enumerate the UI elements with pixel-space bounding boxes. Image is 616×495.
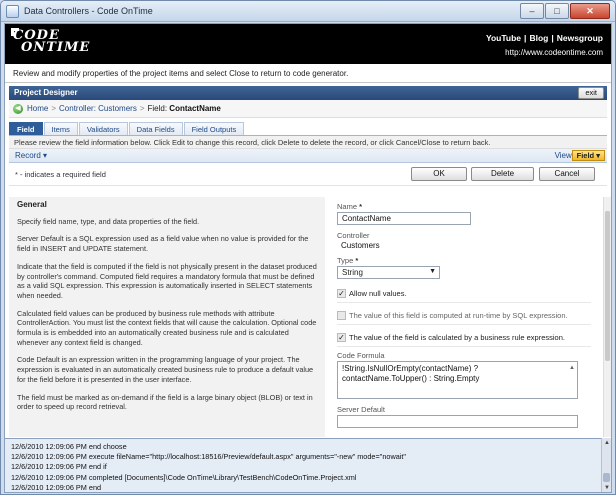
tab-data-fields[interactable]: Data Fields (128, 122, 183, 135)
project-designer-title: Project Designer (14, 88, 78, 97)
scroll-down-icon[interactable]: ▼ (602, 483, 611, 492)
scroll-up-icon: ▲ (569, 365, 575, 371)
scroll-up-icon[interactable]: ▲ (602, 438, 611, 448)
help-paragraph: Calculated field values can be produced … (17, 308, 317, 347)
logo-line2: ONTIME (21, 40, 91, 55)
name-input[interactable]: ContactName (337, 212, 471, 225)
project-designer-bar: Project Designer exit (9, 86, 607, 100)
code-ontime-logo: CODE ONTIME (11, 28, 91, 55)
description-bar: Please review the field information belo… (9, 136, 607, 149)
exit-button[interactable]: exit (578, 87, 604, 99)
record-menu[interactable]: Record ▾ (15, 151, 47, 160)
help-paragraph: The field must be marked as on-demand if… (17, 392, 313, 412)
server-default-label: Server Default (337, 405, 385, 414)
tab-strip: Field Items Validators Data Fields Field… (9, 122, 607, 136)
record-action-bar: Record ▾ View: Field ▾ (9, 149, 607, 163)
log-line: 12/6/2010 12:09:06 PM end choose (11, 442, 127, 451)
controller-field-group: Controller Customers (337, 231, 591, 250)
ok-button[interactable]: OK (411, 167, 467, 181)
log-line: 12/6/2010 12:09:06 PM execute fileName="… (11, 452, 407, 462)
server-default-group: Server Default (337, 405, 591, 428)
required-note: * - indicates a required field (15, 170, 106, 179)
window-title: Data Controllers - Code OnTime (24, 6, 153, 16)
title-bar[interactable]: Data Controllers - Code OnTime – □ ✕ (1, 1, 615, 22)
cancel-button[interactable]: Cancel (539, 167, 595, 181)
type-select[interactable]: String ▼ (337, 266, 440, 279)
allow-null-row: ✓ Allow null values. (337, 285, 591, 303)
computed-label: The value of this field is computed at r… (349, 311, 568, 320)
site-header: CODE ONTIME YouTube | Blog | Newsgroup http:… (5, 24, 611, 64)
code-formula-group: Code Formula !String.IsNullOrEmpty(conta… (337, 351, 591, 399)
breadcrumb-controller[interactable]: Controller: Customers (59, 104, 137, 113)
log-scrollbar[interactable]: ▲ ▼ (601, 438, 611, 492)
allow-null-checkbox[interactable]: ✓ (337, 289, 346, 298)
breadcrumb-sep: > (139, 104, 145, 113)
output-log: 12/6/2010 12:09:06 PM end choose 12/6/20… (5, 438, 611, 492)
code-formula-textarea[interactable]: !String.IsNullOrEmpty(contactName) ? con… (337, 361, 578, 399)
log-line: 12/6/2010 12:09:06 PM end (11, 482, 102, 492)
controller-label: Controller (337, 231, 370, 240)
home-icon[interactable]: ◀ (13, 103, 23, 114)
chevron-down-icon: ▾ (43, 151, 48, 160)
field-form: Name * ContactName Controller Customers … (327, 197, 601, 437)
breadcrumb: ◀ Home > Controller: Customers > Field: … (9, 100, 607, 118)
help-paragraph: Code Default is an expression written in… (17, 355, 314, 384)
scrollbar-thumb[interactable] (605, 211, 610, 361)
computed-row: The value of this field is computed at r… (337, 307, 591, 325)
log-line: 12/6/2010 12:09:06 PM completed [Documen… (11, 472, 357, 482)
app-window: Data Controllers - Code OnTime – □ ✕ COD… (0, 0, 616, 495)
calculated-row: ✓ The value of the field is calculated b… (337, 329, 591, 347)
server-default-input[interactable] (337, 415, 578, 428)
close-button[interactable]: ✕ (570, 3, 610, 19)
calculated-label: The value of the field is calculated by … (349, 333, 565, 342)
allow-null-label: Allow null values. (349, 289, 407, 298)
help-paragraph: Server Default is a SQL expression used … (17, 234, 309, 254)
app-icon (6, 4, 19, 18)
view-selector[interactable]: Field ▾ (571, 150, 605, 161)
content-scrollbar[interactable] (603, 197, 611, 437)
type-field-group: Type * String ▼ (337, 256, 591, 279)
form-content: General Specify field name, type, and da… (9, 197, 601, 437)
help-paragraph: Specify field name, type, and data prope… (17, 216, 200, 226)
type-label: Type * (337, 256, 359, 265)
logo-mark-icon (11, 28, 19, 36)
maximize-button[interactable]: □ (545, 3, 569, 19)
breadcrumb-field-name: ContactName (169, 104, 221, 113)
delete-button[interactable]: Delete (471, 167, 534, 181)
tab-field-outputs[interactable]: Field Outputs (183, 122, 245, 135)
tab-field[interactable]: Field (9, 122, 43, 135)
calculated-checkbox[interactable]: ✓ (337, 333, 346, 342)
dropdown-arrow-icon: ▼ (429, 268, 436, 275)
computed-checkbox[interactable] (337, 311, 346, 320)
header-links: YouTube | Blog | Newsgroup (485, 33, 603, 43)
help-panel: General Specify field name, type, and da… (9, 197, 325, 437)
code-formula-line: !String.IsNullOrEmpty(contactName) ? (342, 364, 479, 373)
minimize-button[interactable]: – (520, 3, 544, 19)
name-label: Name * (337, 202, 363, 211)
breadcrumb-home[interactable]: Home (27, 104, 48, 113)
youtube-link[interactable]: YouTube (486, 33, 521, 43)
header-url[interactable]: http://www.codeontime.com (505, 48, 603, 57)
log-scrollbar-thumb[interactable] (603, 473, 610, 482)
code-formula-line: contactName.ToUpper() : String.Empty (342, 374, 480, 383)
controller-value: Customers (341, 241, 380, 250)
code-formula-label: Code Formula (337, 351, 385, 360)
form-header: * - indicates a required field OK Delete… (9, 163, 607, 186)
blog-link[interactable]: Blog (529, 33, 548, 43)
chevron-down-icon: ▾ (596, 151, 600, 160)
breadcrumb-sep: > (51, 104, 57, 113)
help-heading: General (17, 200, 47, 209)
name-field-group: Name * ContactName (337, 202, 591, 225)
intro-text: Review and modify properties of the proj… (5, 64, 611, 83)
tab-items[interactable]: Items (43, 122, 78, 135)
newsgroup-link[interactable]: Newsgroup (557, 33, 603, 43)
window-controls: – □ ✕ (519, 3, 610, 19)
log-line: 12/6/2010 12:09:06 PM end if (11, 462, 107, 472)
breadcrumb-field-prefix: Field: (147, 104, 168, 113)
help-paragraph: Indicate that the field is computed if t… (17, 261, 317, 300)
tab-validators[interactable]: Validators (78, 122, 128, 135)
client-area: CODE ONTIME YouTube | Blog | Newsgroup http:… (4, 23, 612, 493)
